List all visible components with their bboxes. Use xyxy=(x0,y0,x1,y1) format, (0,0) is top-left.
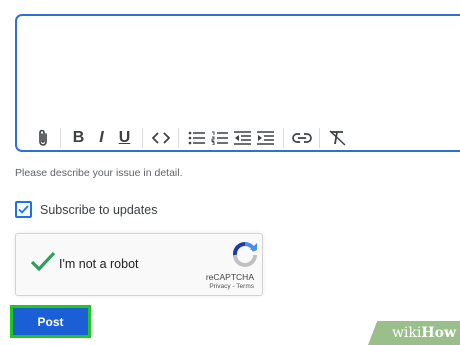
toolbar-divider xyxy=(142,128,143,148)
bold-glyph: B xyxy=(72,129,85,146)
toolbar-divider xyxy=(178,128,179,148)
watermark-suffix: How xyxy=(421,325,456,341)
underline-icon[interactable]: U xyxy=(114,126,135,150)
clear-formatting-icon[interactable] xyxy=(327,126,348,150)
recaptcha-logo-icon xyxy=(232,241,258,274)
recaptcha-brand: reCAPTCHA xyxy=(205,272,254,282)
checkmark-icon xyxy=(30,251,56,272)
bulleted-list-icon[interactable] xyxy=(186,126,207,150)
toolbar-divider xyxy=(319,128,320,148)
link-icon[interactable] xyxy=(291,126,312,150)
toolbar-divider xyxy=(60,128,61,148)
helper-text: Please describe your issue in detail. xyxy=(15,167,183,179)
subscribe-option[interactable]: Subscribe to updates xyxy=(15,201,157,218)
toolbar-divider xyxy=(283,128,284,148)
code-icon[interactable] xyxy=(150,126,171,150)
description-editor[interactable]: B I U xyxy=(15,14,460,152)
wikihow-watermark: wiki How xyxy=(368,321,460,345)
italic-icon[interactable]: I xyxy=(91,126,112,150)
numbered-list-icon[interactable] xyxy=(209,126,230,150)
post-button-highlight: Post xyxy=(10,305,91,338)
post-button[interactable]: Post xyxy=(13,308,88,335)
checkmark-icon xyxy=(18,205,29,214)
formatting-toolbar: B I U xyxy=(32,123,350,153)
subscribe-checkbox[interactable] xyxy=(15,201,32,218)
bold-icon[interactable]: B xyxy=(68,126,89,150)
recaptcha-links[interactable]: Privacy - Terms xyxy=(209,283,254,290)
attach-icon[interactable] xyxy=(32,126,53,150)
italic-glyph: I xyxy=(99,129,104,146)
subscribe-label: Subscribe to updates xyxy=(40,202,158,217)
indent-decrease-icon[interactable] xyxy=(232,126,253,150)
watermark-prefix: wiki xyxy=(391,325,422,341)
recaptcha-widget[interactable]: I'm not a robot reCAPTCHA Privacy - Term… xyxy=(15,233,263,296)
indent-increase-icon[interactable] xyxy=(255,126,276,150)
recaptcha-label: I'm not a robot xyxy=(59,257,139,271)
recaptcha-checkbox[interactable] xyxy=(30,251,56,278)
underline-glyph: U xyxy=(118,129,131,146)
